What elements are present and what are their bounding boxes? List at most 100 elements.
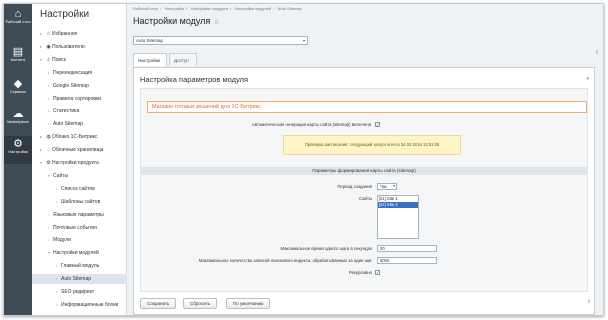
recursive-label: Рекурсивно [348,270,372,275]
collapse-icon[interactable]: ▾ [586,76,589,82]
menu-item-label: Информационные блоки [61,301,119,308]
menu-item[interactable]: ▸ ☆Избранное [32,29,127,39]
menu-item[interactable]: ▾ Настройки модулей [32,248,127,258]
menu-item[interactable]: • Google Sitemap [32,81,127,91]
settings-nav[interactable]: ⚙ Настройки [4,136,32,164]
menu-item-label: Сайты [53,172,69,179]
menu-item-label: Облачные хранилища [52,147,104,154]
menu-item-label: Пользователи [52,43,85,50]
settings-panel: Настройка параметров модуля ▾ Магазин го… [133,67,595,315]
menu-item-icon: ⚙ [46,160,51,166]
section-heading: Параметры формирования карты сайта (site… [141,167,587,175]
auto-gen-label: Автоматическая генерация карты сайта (si… [251,122,371,127]
breadcrumb-item[interactable]: Рабочий стол [133,6,158,11]
auto-gen-checkbox[interactable]: ✓ [375,122,380,127]
menu-item-icon: ◌ [47,147,50,154]
menu-item-label: Облако 1С-Битрикс [52,134,98,141]
star-icon[interactable]: ☆ [213,19,219,26]
menu-item-label: Избранное [52,31,78,37]
breadcrumb-item[interactable]: Настройки продукта [191,6,228,11]
page-title: Настройки модуля ☆ [133,16,220,26]
sites-listbox[interactable]: [s1] Site 1 [s2] Site 2 [377,195,419,239]
menu-item[interactable]: ▾ Сайты [32,171,127,181]
desktop-nav[interactable]: ⌂ Рабочий стол [4,6,32,34]
menu-item-label: Настройки модулей [53,250,99,257]
services-nav[interactable]: ◆ Сервисы [4,76,32,104]
menu-item-icon: ⌕ [47,56,50,63]
period-select-value: Час [380,184,388,189]
menu-item[interactable]: • Список сайтов [32,184,127,194]
menu-item[interactable]: • Auto Sitemap [32,274,127,285]
site-option[interactable]: [s2] Site 2 [378,202,418,208]
module-select[interactable]: Auto Sitemap ▾ [133,36,308,45]
tab-settings-icon[interactable]: ⇕ [595,50,599,56]
menu-item[interactable]: • Auto Sitemap [32,119,127,129]
menu-item-label: Модули [53,237,71,244]
marketplace-nav-label: Marketplace [7,119,29,124]
menu-item-label: Шаблоны сайтов [61,198,101,205]
period-label: Период создания [337,184,372,189]
defaults-button[interactable]: По умолчанию [226,298,271,309]
menu-item[interactable]: • Почтовые события [32,223,127,233]
breadcrumb-item[interactable]: Настройки [165,6,185,11]
menu-item-label: Языковые параметры [53,211,104,218]
menu-item[interactable]: • Модули [32,235,127,245]
main-content: Рабочий стол › Настройки › Настройки проду… [128,4,603,315]
content-nav[interactable]: ▤ Контент [4,44,32,72]
page-title-text: Настройки модуля [133,16,211,26]
breadcrumb-item[interactable]: Auto Sitemap [278,6,302,11]
max-time-label: Максимальное время одного шага в секунда… [280,246,373,251]
recursive-checkbox[interactable]: ✓ [375,270,380,275]
menu-item[interactable]: ▾ ⌕ Поиск [32,55,127,65]
menu-item-label: Поиск [52,56,66,63]
menu-item-label: Google Sitemap [53,82,89,89]
menu-item-label: Почтовые события [53,224,97,231]
max-time-input[interactable]: 30 [377,245,437,252]
menu-item[interactable]: ▸ ◍Облако 1С-Битрикс [32,132,127,142]
shop-link[interactable]: Магазин готовых решений для 1С-Битрикс [147,101,587,113]
menu-item[interactable]: ▾ ⚙Настройки продукта [32,158,127,168]
services-nav-label: Сервисы [9,89,27,94]
notice-prefix: Проверка расписания: [304,142,349,147]
panel-heading: Настройка параметров модуля [140,75,249,84]
menu-item[interactable]: • Языковые параметры [32,210,127,220]
menu-item[interactable]: ▸ ◉Пользователи [32,42,127,52]
sites-label: Сайты [359,196,372,201]
menu-item-icon: ☆ [46,31,51,37]
max-records-input[interactable]: 5000 [377,257,437,264]
menu-item-label: Список сайтов [61,185,95,192]
menu-title: Настройки [40,9,90,20]
main-icon-bar: ⌂ Рабочий стол ▤ Контент ◆ Сервисы ☁ Mar… [4,4,32,315]
breadcrumb: Рабочий стол › Настройки › Настройки проду… [133,6,302,11]
menu-item-icon: ◍ [46,134,51,141]
menu-item[interactable]: • Статистика [32,106,127,116]
menu-item-icon: ◉ [46,43,51,50]
menu-item[interactable]: • Информационные блоки [32,300,127,310]
menu-item-label: Статистика [53,108,80,115]
reset-button[interactable]: Сбросить [183,298,218,309]
chevron-down-icon: ▾ [393,184,395,188]
menu-item[interactable]: • Правила сортировки [32,94,127,104]
schedule-notice: Проверка расписания: следующий запуск аг… [283,135,461,155]
menu-item-label: Auto Sitemap [53,121,84,128]
form-area: Магазин готовых решений для 1С-Битрикс А… [140,88,588,292]
menu-item[interactable]: • Переиндексация [32,68,127,78]
menu-item-label: Главный модуль [61,263,100,270]
resize-icon[interactable]: ⇕ [587,299,591,305]
breadcrumb-item[interactable]: Настройки модулей [235,6,272,11]
menu-item-label: Правила сортировки [53,95,101,102]
menu-item[interactable]: • Главный модуль [32,261,127,271]
notice-main: следующий запуск агента 24.02.2016 12:51… [349,142,440,147]
marketplace-nav[interactable]: ☁ Marketplace [4,106,32,134]
period-select[interactable]: Час ▾ [377,183,397,190]
chevron-down-icon: ▾ [302,38,305,43]
window-frame: ⌂ Рабочий стол ▤ Контент ◆ Сервисы ☁ Mar… [3,3,604,316]
desktop-nav-label: Рабочий стол [5,19,31,24]
menu-item[interactable]: • Шаблоны сайтов [32,197,127,207]
save-button[interactable]: Сохранить [140,298,177,309]
tab-access[interactable]: Доступ [169,53,197,66]
menu-item[interactable]: • SEO редирект [32,287,127,297]
tab-settings[interactable]: Настройки [133,53,167,66]
menu-item-label: Настройки продукта [52,160,99,166]
menu-item[interactable]: ▸ ◌ Облачные хранилища [32,145,127,155]
